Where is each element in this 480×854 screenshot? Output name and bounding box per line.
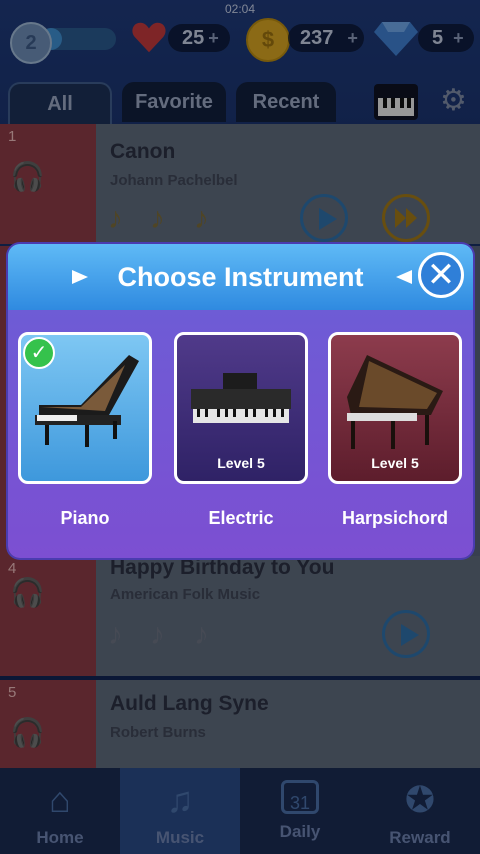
instrument-card-harpsichord[interactable]: Level 5 — [328, 332, 462, 484]
level-requirement: Level 5 — [217, 455, 265, 471]
instrument-card-electric[interactable]: Level 5 — [174, 332, 308, 484]
instrument-card-piano[interactable]: ✓ — [18, 332, 152, 484]
dialog-title: Choose Instrument — [117, 262, 364, 292]
check-icon: ✓ — [23, 337, 55, 369]
keyboard-icon — [191, 373, 291, 423]
instrument-name: Electric — [208, 508, 274, 528]
instrument-name: Harpsichord — [341, 508, 449, 528]
close-button[interactable]: ✕ — [418, 252, 464, 298]
choose-instrument-dialog: Choose Instrument ✕ ✓ Piano Level 5 Elec… — [8, 244, 473, 558]
instrument-name: Piano — [60, 508, 110, 528]
harpsichord-icon — [347, 355, 443, 449]
close-icon: ✕ — [426, 256, 456, 294]
level-requirement: Level 5 — [371, 455, 419, 471]
